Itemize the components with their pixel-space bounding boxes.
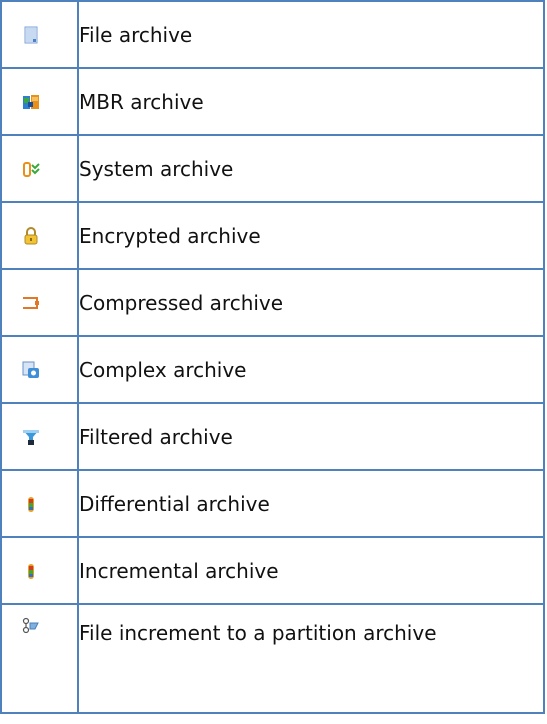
icon-cell — [0, 603, 79, 714]
icon-cell — [0, 67, 79, 136]
archive-type-label: File increment to a partition archive — [77, 603, 545, 714]
icon-cell — [0, 469, 79, 538]
table-row: Complex archive — [0, 335, 545, 404]
icon-cell — [0, 134, 79, 203]
icon-cell — [0, 335, 79, 404]
table-row: Incremental archive — [0, 536, 545, 605]
filtered-archive-icon — [23, 429, 39, 445]
table-row: Encrypted archive — [0, 201, 545, 270]
archive-type-label: MBR archive — [77, 67, 545, 136]
icon-cell — [0, 201, 79, 270]
archive-type-label: Complex archive — [77, 335, 545, 404]
system-archive-icon — [23, 161, 40, 177]
archive-type-label: File archive — [77, 0, 545, 69]
archive-type-label: Encrypted archive — [77, 201, 545, 270]
icon-cell — [0, 536, 79, 605]
table-row: Compressed archive — [0, 268, 545, 337]
file-increment-partition-icon — [22, 617, 39, 634]
differential-archive-icon — [28, 496, 34, 512]
archive-type-label: Incremental archive — [77, 536, 545, 605]
archive-type-label: System archive — [77, 134, 545, 203]
table-row: File archive — [0, 0, 545, 69]
archive-type-label: Filtered archive — [77, 402, 545, 471]
compressed-archive-icon — [23, 296, 39, 309]
incremental-archive-icon — [28, 563, 34, 579]
table-row: System archive — [0, 134, 545, 203]
table-row: MBR archive — [0, 67, 545, 136]
encrypted-archive-icon — [24, 226, 38, 244]
table-row: Differential archive — [0, 469, 545, 538]
icon-cell — [0, 268, 79, 337]
icon-cell — [0, 402, 79, 471]
icon-cell — [0, 0, 79, 69]
mbr-archive-icon — [23, 94, 39, 109]
archive-type-label: Differential archive — [77, 469, 545, 538]
table-row: File increment to a partition archive — [0, 603, 545, 714]
archive-types-table: File archive MBR archive System archive … — [0, 0, 545, 714]
table-row: Filtered archive — [0, 402, 545, 471]
complex-archive-icon — [22, 361, 39, 378]
file-archive-icon — [24, 26, 38, 43]
archive-type-label: Compressed archive — [77, 268, 545, 337]
